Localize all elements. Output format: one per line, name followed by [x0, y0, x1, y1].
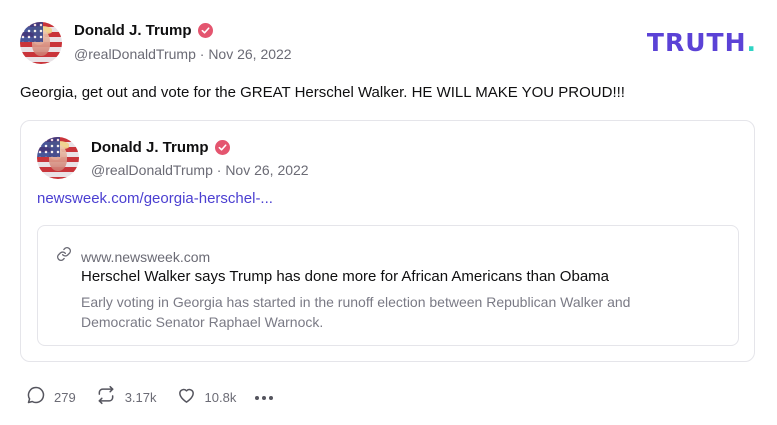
link-card-domain-row: www.newsweek.com	[56, 246, 210, 267]
quoted-author-name-row[interactable]: Donald J. Trump	[91, 139, 230, 156]
logo-text: TRUTH	[646, 28, 747, 57]
avatar-hair	[30, 26, 52, 34]
reply-icon	[26, 385, 46, 410]
quoted-author-handle[interactable]: @realDonaldTrump	[91, 162, 213, 178]
quoted-author-name[interactable]: Donald J. Trump	[91, 139, 209, 156]
link-card-domain: www.newsweek.com	[81, 248, 211, 265]
quoted-post-date[interactable]: Nov 26, 2022	[225, 162, 308, 178]
link-card-description: Early voting in Georgia has started in t…	[81, 294, 631, 330]
like-button[interactable]: 10.8k	[176, 385, 237, 410]
reply-button[interactable]: 279	[26, 385, 76, 410]
reply-count: 279	[54, 390, 76, 405]
link-card-title: Herschel Walker says Trump has done more…	[81, 268, 609, 285]
post-date[interactable]: Nov 26, 2022	[208, 46, 291, 62]
quoted-post-meta: @realDonaldTrump · Nov 26, 2022	[91, 162, 309, 178]
more-icon[interactable]	[255, 388, 274, 408]
avatar-hair	[47, 141, 69, 149]
article-link[interactable]: newsweek.com/georgia-herschel-...	[37, 190, 273, 207]
author-name[interactable]: Donald J. Trump	[74, 22, 192, 39]
link-icon	[56, 246, 72, 267]
verified-badge-icon	[197, 23, 213, 38]
verified-badge-icon	[214, 140, 230, 155]
quoted-post[interactable]: Donald J. Trump @realDonaldTrump · Nov 2…	[20, 120, 755, 362]
avatar-face	[48, 145, 68, 171]
post-meta: @realDonaldTrump · Nov 26, 2022	[74, 46, 292, 62]
post-text: Georgia, get out and vote for the GREAT …	[20, 84, 625, 101]
retruth-count: 3.17k	[124, 390, 157, 405]
like-count: 10.8k	[204, 390, 237, 405]
logo-dot: .	[746, 28, 757, 57]
retruth-button[interactable]: 3.17k	[95, 385, 157, 410]
author-name-row[interactable]: Donald J. Trump	[74, 22, 213, 39]
truth-social-logo[interactable]: TRUTH.	[647, 28, 757, 57]
like-icon	[176, 385, 197, 410]
meta-separator: ·	[199, 46, 205, 62]
quoted-avatar[interactable]	[37, 137, 79, 179]
link-preview-card[interactable]: www.newsweek.com Herschel Walker says Tr…	[37, 225, 739, 346]
avatar-face	[31, 30, 51, 56]
post-actions: 279 3.17k 10.8k	[26, 385, 274, 410]
meta-separator: ·	[216, 162, 222, 178]
main-avatar[interactable]	[20, 22, 62, 64]
retruth-icon	[95, 385, 117, 410]
author-handle[interactable]: @realDonaldTrump	[74, 46, 196, 62]
